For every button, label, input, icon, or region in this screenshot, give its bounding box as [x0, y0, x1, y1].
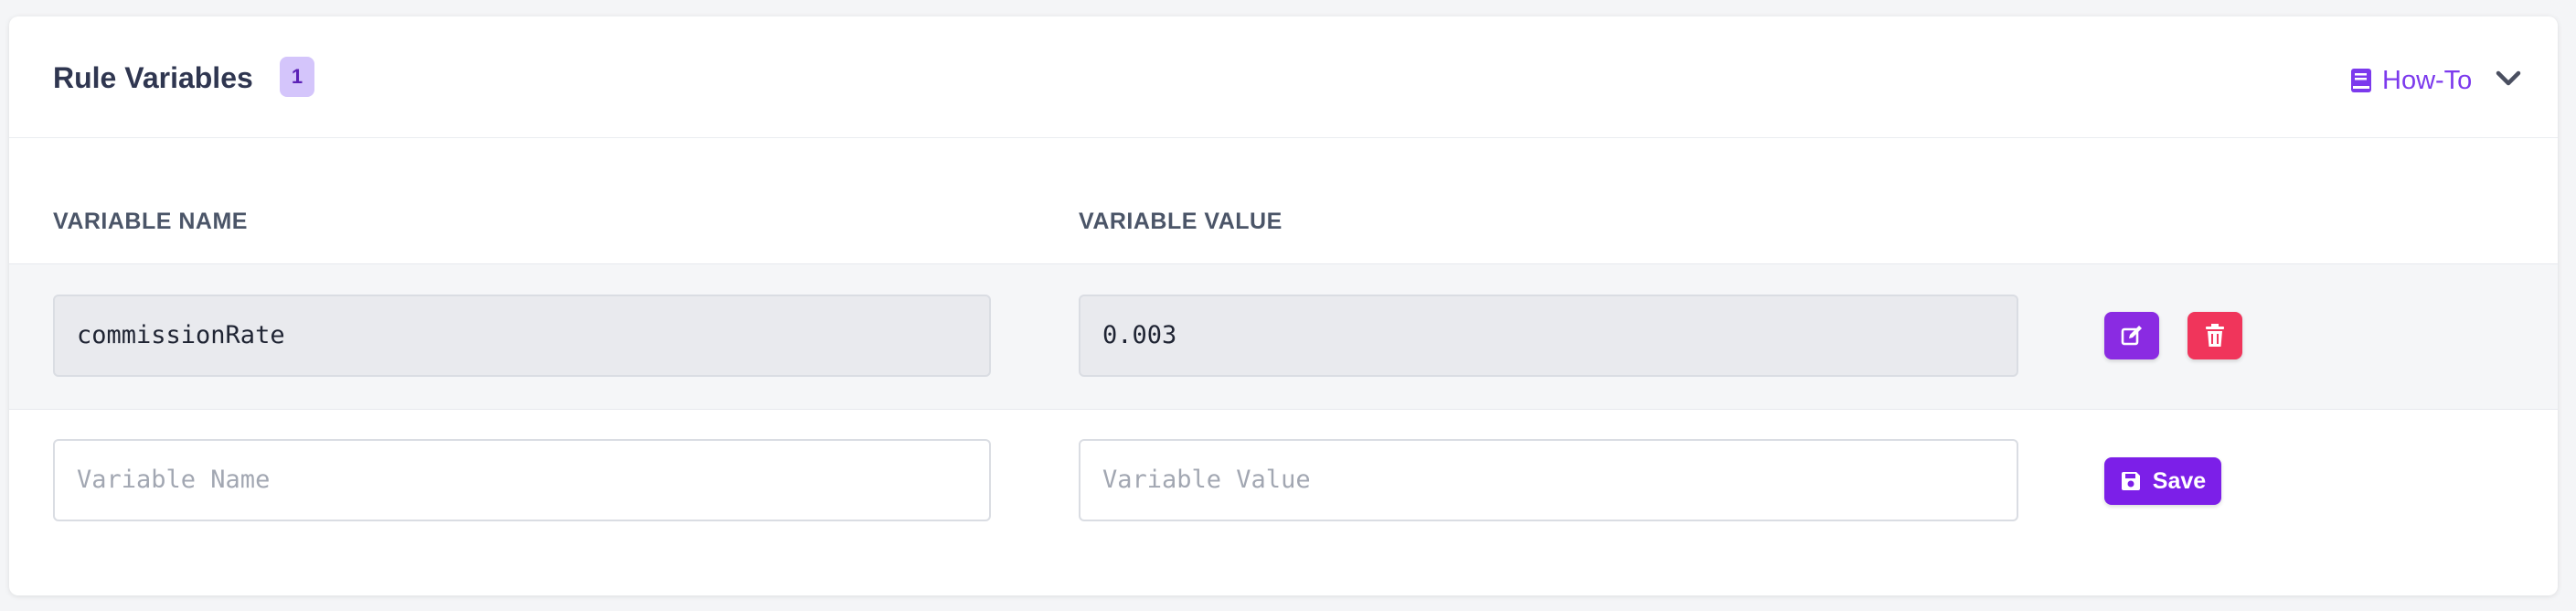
panel-header: Rule Variables 1 How-To	[9, 16, 2558, 138]
count-badge: 1	[280, 57, 314, 97]
edit-icon	[2121, 326, 2142, 346]
variable-value-field[interactable]: 0.003	[1079, 295, 2018, 377]
how-to-link[interactable]: How-To	[2349, 62, 2472, 99]
new-variable-value-input[interactable]: Variable Value	[1079, 439, 2018, 521]
trash-icon	[2206, 324, 2224, 347]
edit-button[interactable]	[2104, 312, 2159, 359]
column-header-value: VARIABLE VALUE	[1079, 209, 1283, 234]
save-button[interactable]: Save	[2104, 457, 2221, 505]
delete-button[interactable]	[2187, 312, 2242, 359]
panel-title: Rule Variables	[53, 61, 253, 94]
save-icon	[2121, 472, 2140, 490]
book-icon	[2351, 69, 2371, 92]
chevron-down-icon[interactable]	[2492, 62, 2525, 95]
column-header-name: VARIABLE NAME	[53, 209, 248, 234]
variable-name-field[interactable]: commissionRate	[53, 295, 991, 377]
save-label: Save	[2152, 467, 2207, 494]
how-to-label: How-To	[2382, 65, 2473, 95]
new-variable-name-input[interactable]: Variable Name	[53, 439, 991, 521]
rule-variables-panel: Rule Variables 1 How-To VARIABLE NAME VA…	[9, 16, 2558, 595]
